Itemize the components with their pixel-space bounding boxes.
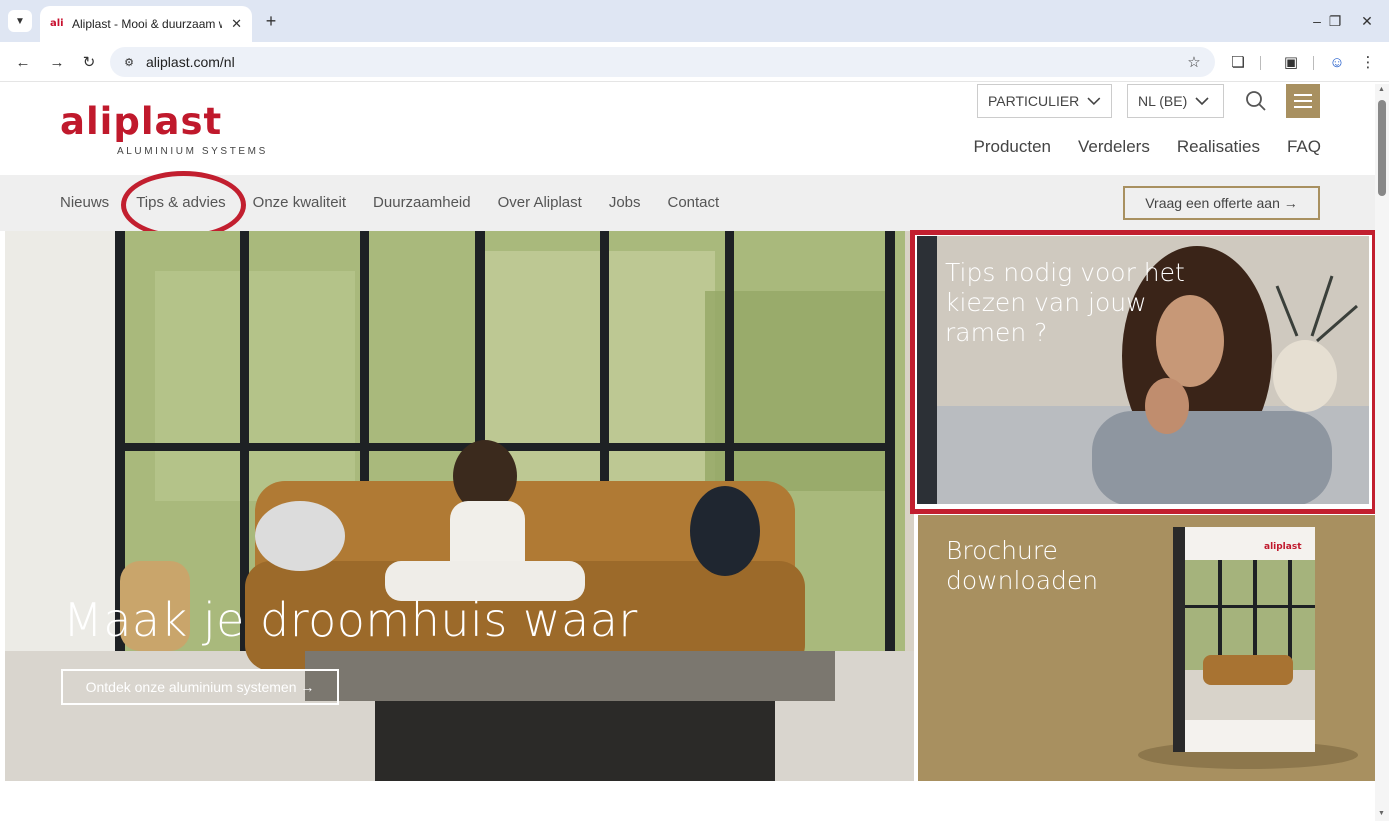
tab-list-icon[interactable]: ▼ bbox=[8, 10, 32, 32]
language-select-value: NL (BE) bbox=[1138, 93, 1188, 109]
subnav-over-aliplast[interactable]: Over Aliplast bbox=[498, 194, 582, 211]
subnav-nieuws[interactable]: Nieuws bbox=[60, 194, 109, 211]
extensions-icon[interactable]: ❏ bbox=[1227, 51, 1249, 73]
logo-tagline: ALUMINIUM SYSTEMS bbox=[117, 146, 268, 157]
hamburger-icon-line bbox=[1294, 106, 1312, 108]
discover-systems-button[interactable]: Ontdek onze aluminium systemen → bbox=[61, 669, 339, 705]
hamburger-icon-line bbox=[1294, 94, 1312, 96]
logo-wordmark: aliplast bbox=[60, 100, 223, 143]
tab-title: Aliplast - Mooi & duurzaam wo bbox=[72, 17, 222, 31]
subnav-onze-kwaliteit[interactable]: Onze kwaliteit bbox=[253, 194, 346, 211]
tips-tile-title: Tips nodig voor het kiezen van jouw rame… bbox=[945, 258, 1185, 347]
scroll-up-icon[interactable]: ▲ bbox=[1378, 86, 1385, 93]
scroll-down-icon[interactable]: ▼ bbox=[1378, 810, 1385, 817]
favicon-icon: ali bbox=[50, 18, 64, 29]
brochure-cover-logo: aliplast bbox=[1264, 542, 1302, 552]
browser-tab[interactable]: ali Aliplast - Mooi & duurzaam wo ✕ bbox=[40, 6, 252, 42]
language-select[interactable]: NL (BE) bbox=[1127, 84, 1224, 118]
subnav-jobs[interactable]: Jobs bbox=[609, 194, 641, 211]
site-info-icon[interactable]: ⚙ bbox=[120, 53, 138, 71]
subnav-duurzaamheid[interactable]: Duurzaamheid bbox=[373, 194, 471, 211]
subnav-tips-advies[interactable]: Tips & advies bbox=[136, 194, 225, 211]
hero-title: Maak je droomhuis waar bbox=[63, 593, 638, 647]
forward-icon[interactable]: → bbox=[46, 51, 68, 73]
back-icon[interactable]: ← bbox=[12, 51, 34, 73]
close-window-icon[interactable]: ✕ bbox=[1355, 10, 1379, 32]
nav-producten[interactable]: Producten bbox=[974, 137, 1052, 157]
nav-faq[interactable]: FAQ bbox=[1287, 137, 1321, 157]
star-icon[interactable]: ☆ bbox=[1183, 51, 1205, 73]
browser-tab-bar: ▼ ali Aliplast - Mooi & duurzaam wo ✕ + … bbox=[0, 0, 1389, 42]
browser-toolbar: ← → ↻ ⚙ aliplast.com/nl ☆ ❏ ▣ ☺ ⋮ bbox=[0, 42, 1389, 82]
kebab-menu-icon[interactable]: ⋮ bbox=[1357, 51, 1379, 73]
nav-realisaties[interactable]: Realisaties bbox=[1177, 137, 1260, 157]
audience-select-value: PARTICULIER bbox=[988, 93, 1080, 109]
hamburger-icon-line bbox=[1294, 100, 1312, 102]
scroll-thumb[interactable] bbox=[1378, 100, 1386, 196]
reload-icon[interactable]: ↻ bbox=[78, 51, 100, 73]
screenshot-icon[interactable]: ▣ bbox=[1280, 51, 1302, 73]
search-icon bbox=[1246, 91, 1266, 111]
tips-tile[interactable]: Tips nodig voor het kiezen van jouw rame… bbox=[917, 236, 1369, 504]
hero-banner[interactable]: Maak je droomhuis waar Ontdek onze alumi… bbox=[5, 231, 914, 781]
hamburger-menu-button[interactable] bbox=[1286, 84, 1320, 118]
request-quote-button[interactable]: Vraag een offerte aan → bbox=[1123, 186, 1320, 220]
search-button[interactable] bbox=[1239, 84, 1273, 118]
profile-icon[interactable]: ☺ bbox=[1326, 51, 1348, 73]
toolbar-divider bbox=[1313, 56, 1314, 70]
close-icon[interactable]: ✕ bbox=[231, 16, 242, 32]
page-scrollbar[interactable]: ▲ ▼ bbox=[1375, 84, 1389, 821]
main-nav: Producten Verdelers Realisaties FAQ bbox=[974, 137, 1322, 157]
nav-verdelers[interactable]: Verdelers bbox=[1078, 137, 1150, 157]
brochure-tile[interactable]: Brochure downloaden aliplast bbox=[918, 515, 1375, 781]
chevron-down-icon bbox=[1195, 97, 1209, 106]
chevron-down-icon bbox=[1087, 97, 1101, 106]
brochure-tile-title: Brochure downloaden bbox=[946, 536, 1099, 595]
restore-icon[interactable]: ❐ bbox=[1323, 10, 1347, 32]
url-text: aliplast.com/nl bbox=[146, 54, 235, 70]
toolbar-divider bbox=[1260, 56, 1261, 70]
plus-icon[interactable]: + bbox=[260, 10, 282, 32]
audience-select[interactable]: PARTICULIER bbox=[977, 84, 1112, 118]
address-bar[interactable]: ⚙ aliplast.com/nl bbox=[110, 47, 1215, 77]
subnav-contact[interactable]: Contact bbox=[668, 194, 720, 211]
aliplast-logo[interactable]: aliplast ALUMINIUM SYSTEMS bbox=[60, 100, 290, 157]
